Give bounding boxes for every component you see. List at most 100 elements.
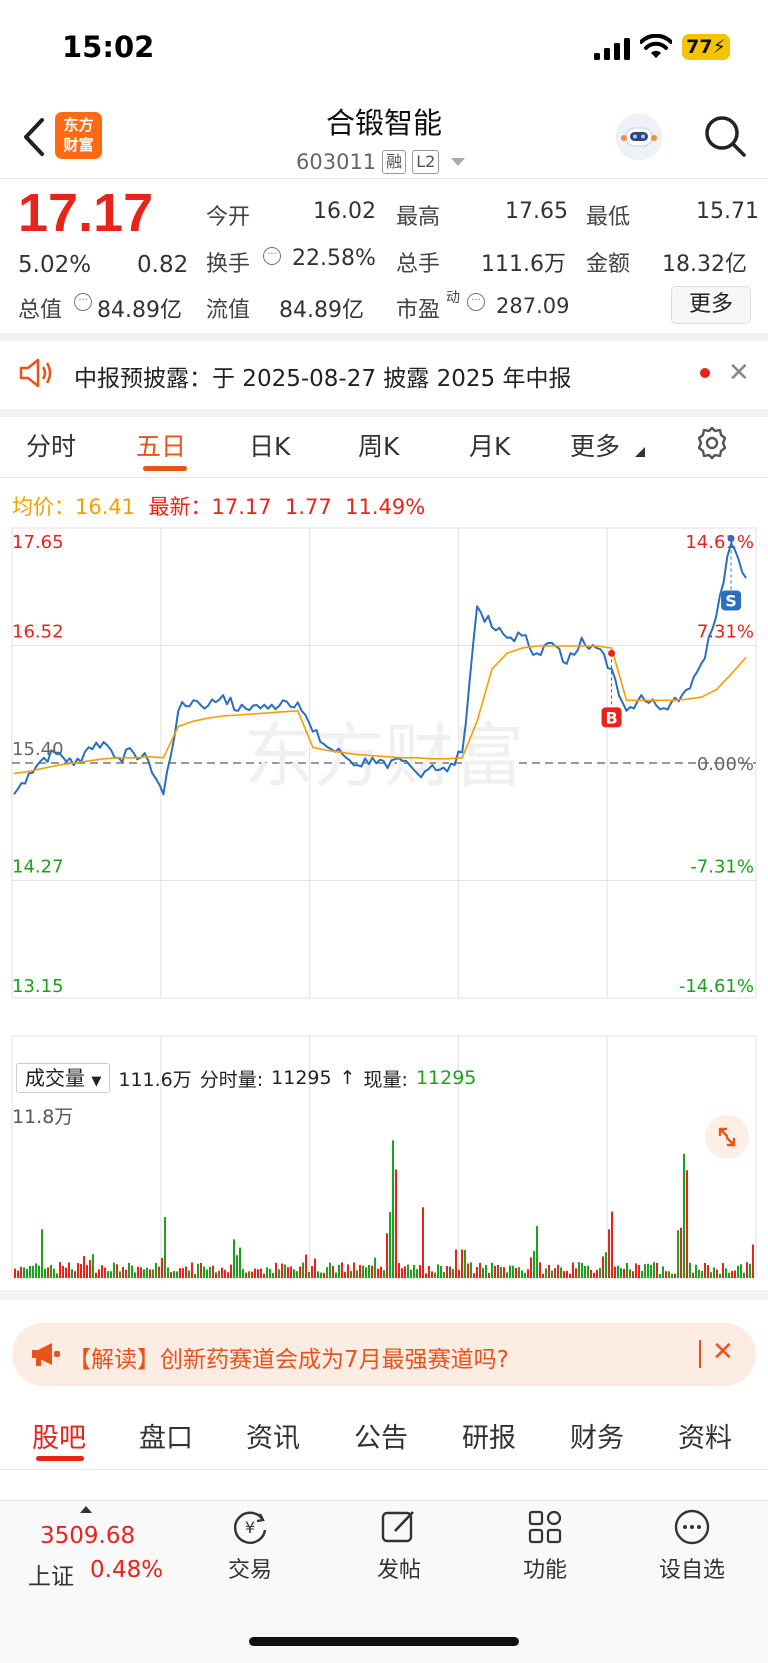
trade-icon: ¥: [233, 1511, 267, 1544]
tab-forum[interactable]: 股吧: [32, 1416, 86, 1455]
volume-bar: [605, 1252, 607, 1278]
tab-announcements[interactable]: 公告: [354, 1416, 408, 1455]
tab-financials[interactable]: 财务: [570, 1416, 624, 1455]
trade-button[interactable]: ¥ 交易: [200, 1508, 300, 1584]
close-icon[interactable]: ✕: [728, 358, 750, 388]
mktcap-label: 总值: [18, 298, 63, 323]
volume-bar: [116, 1264, 118, 1278]
svg-text:¥: ¥: [245, 1518, 255, 1537]
volume-bar: [101, 1265, 103, 1278]
expand-icon[interactable]: [705, 1115, 749, 1159]
volume-bar: [104, 1267, 106, 1278]
info-icon[interactable]: ···: [74, 293, 92, 311]
volume-bar: [332, 1266, 334, 1278]
more-button[interactable]: 更多: [671, 286, 751, 324]
y-tick-label: 13.15: [12, 976, 64, 997]
volume-bar: [392, 1140, 394, 1278]
volume-bar: [497, 1264, 499, 1278]
stock-code-row[interactable]: 603011 融 L2: [296, 148, 466, 176]
index-value[interactable]: 3509.68: [40, 1523, 135, 1549]
info-icon[interactable]: ···: [467, 293, 485, 311]
ai-assistant-icon[interactable]: [616, 114, 662, 160]
tab-intraday[interactable]: 分时: [26, 427, 76, 463]
volume-bar: [515, 1267, 517, 1278]
volume-indicator-select[interactable]: 成交量 ▼: [16, 1063, 111, 1093]
volume-bar: [503, 1267, 505, 1278]
tab-news[interactable]: 资讯: [246, 1416, 300, 1455]
megaphone-icon: [32, 1343, 60, 1366]
volume-bar: [701, 1270, 703, 1278]
volume-bar: [164, 1217, 166, 1278]
volume-bar: [746, 1262, 748, 1278]
volume-bar: [65, 1267, 67, 1278]
volume-bar: [149, 1269, 151, 1278]
volume-bar: [23, 1267, 25, 1278]
volume-bar: [92, 1254, 94, 1278]
volume-bar: [272, 1272, 274, 1278]
volume-bar: [251, 1271, 253, 1278]
marker-label: S: [725, 591, 737, 610]
volume-bar: [323, 1272, 325, 1278]
volume-bar: [560, 1267, 562, 1278]
tab-five-day[interactable]: 五日: [136, 427, 186, 463]
volume-bar: [170, 1272, 172, 1278]
gear-icon[interactable]: [694, 425, 730, 461]
volume-bar: [416, 1269, 418, 1278]
low-value: 15.71: [696, 199, 759, 224]
volume-bar: [146, 1267, 148, 1278]
volume-bar: [680, 1227, 682, 1278]
volume-bar: [44, 1268, 46, 1278]
volume-bar: [230, 1264, 232, 1278]
divider: [0, 1290, 768, 1300]
volume-bar: [461, 1249, 463, 1278]
tab-daily-k[interactable]: 日K: [249, 427, 290, 463]
tab-order-book[interactable]: 盘口: [139, 1416, 193, 1455]
tab-research[interactable]: 研报: [462, 1416, 516, 1455]
high-label: 最高: [396, 205, 441, 230]
add-watchlist-button[interactable]: 设自选: [642, 1508, 742, 1584]
tab-weekly-k[interactable]: 周K: [358, 427, 399, 463]
tab-profile[interactable]: 资料: [678, 1416, 732, 1455]
banner-text: 【解读】创新药赛道会成为7月最强赛道吗?: [68, 1347, 509, 1373]
volume-bar: [26, 1268, 28, 1278]
volume-bar: [389, 1212, 391, 1278]
more-circle-icon: [674, 1509, 710, 1545]
close-icon[interactable]: ✕: [712, 1337, 734, 1367]
trade-marker-dot: [727, 534, 735, 542]
volume-bar: [287, 1267, 289, 1278]
functions-button[interactable]: 功能: [495, 1508, 595, 1584]
volume-bar: [137, 1266, 139, 1278]
volume-bar: [491, 1262, 493, 1278]
volume-bar: [353, 1262, 355, 1278]
amount-label: 金额: [586, 252, 631, 277]
divider: [0, 409, 768, 417]
volume-bar: [200, 1263, 202, 1278]
volume-bar: [704, 1262, 706, 1278]
volume-bar: [371, 1265, 373, 1278]
post-button[interactable]: 发帖: [349, 1508, 449, 1584]
volume-bar: [107, 1271, 109, 1278]
volume-bar: [125, 1269, 127, 1278]
y-tick-pct-label: 0.00%: [697, 754, 754, 775]
avg-price: 16.41: [75, 495, 136, 519]
volume-bar: [329, 1262, 331, 1278]
volume-bar: [629, 1269, 631, 1278]
volume-bar: [596, 1269, 598, 1278]
volume-bar: [239, 1247, 241, 1278]
volume-bar: [47, 1267, 49, 1278]
volume-bar: [206, 1269, 208, 1278]
y-tick-label: 17.65: [12, 532, 64, 553]
volume-bar: [356, 1270, 358, 1278]
volume-bar: [209, 1266, 211, 1278]
search-icon[interactable]: [703, 114, 747, 158]
five-day-chart[interactable]: 东方财富17.6516.5215.4014.2713.1514.61%7.31%…: [0, 520, 768, 1280]
volume-bar: [140, 1267, 142, 1278]
info-icon[interactable]: ···: [263, 247, 281, 265]
volume-bar: [296, 1271, 298, 1278]
volume-bar: [524, 1272, 526, 1278]
volume-bar: [266, 1267, 268, 1278]
volume-bar: [281, 1263, 283, 1278]
speaker-icon: [19, 358, 52, 388]
tab-more[interactable]: 更多: [570, 427, 620, 463]
tab-monthly-k[interactable]: 月K: [469, 427, 510, 463]
